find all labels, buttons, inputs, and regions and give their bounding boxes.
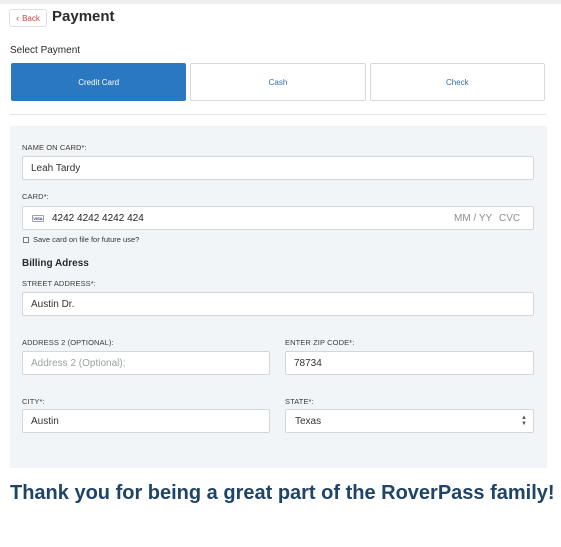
- thank-you-message: Thank you for being a great part of the …: [10, 482, 555, 504]
- select-payment-label: Select Payment: [10, 45, 81, 56]
- zip-code-label: ENTER ZIP CODE*:: [285, 338, 355, 347]
- card-input[interactable]: VISA 4242 4242 4242 424 MM / YY CVC: [22, 206, 534, 230]
- payment-method-tabs: Credit Card Cash Check: [11, 63, 545, 101]
- card-label: CARD*:: [22, 192, 49, 201]
- state-select[interactable]: Texas ▲ ▼: [285, 409, 534, 433]
- street-address-label: STREET ADDRESS*:: [22, 279, 96, 288]
- tab-cash[interactable]: Cash: [190, 63, 366, 101]
- select-arrows-icon: ▲ ▼: [521, 415, 527, 427]
- tab-credit-card[interactable]: Credit Card: [11, 63, 187, 101]
- state-label: STATE*:: [285, 397, 314, 406]
- name-on-card-input[interactable]: [22, 156, 534, 180]
- card-cvc-field[interactable]: CVC: [499, 213, 520, 224]
- top-divider: [0, 0, 561, 4]
- chevron-left-icon: ‹: [16, 12, 20, 23]
- tab-check[interactable]: Check: [369, 63, 545, 101]
- state-selected-value: Texas: [295, 416, 322, 427]
- city-label: CITY*:: [22, 397, 45, 406]
- address2-label: ADDRESS 2 (OPTIONAL):: [22, 338, 114, 347]
- back-button[interactable]: ‹ Back: [9, 9, 47, 27]
- save-card-checkbox[interactable]: [23, 236, 29, 243]
- name-on-card-label: NAME ON CARD*:: [22, 143, 87, 152]
- section-divider: [10, 114, 546, 115]
- back-label: Back: [22, 13, 40, 23]
- zip-code-input[interactable]: [285, 351, 534, 375]
- city-input[interactable]: [22, 409, 270, 433]
- visa-card-icon: VISA: [32, 215, 44, 222]
- card-expiry-field[interactable]: MM / YY: [454, 213, 492, 224]
- address2-input[interactable]: [22, 351, 270, 375]
- save-card-label: Save card on file for future use?: [33, 235, 140, 244]
- card-number-value: 4242 4242 4242 424: [52, 213, 144, 224]
- street-address-input[interactable]: [22, 292, 534, 316]
- save-card-row: Save card on file for future use?: [23, 235, 139, 244]
- billing-address-heading: Billing Adress: [22, 258, 89, 269]
- page-title: Payment: [52, 8, 115, 25]
